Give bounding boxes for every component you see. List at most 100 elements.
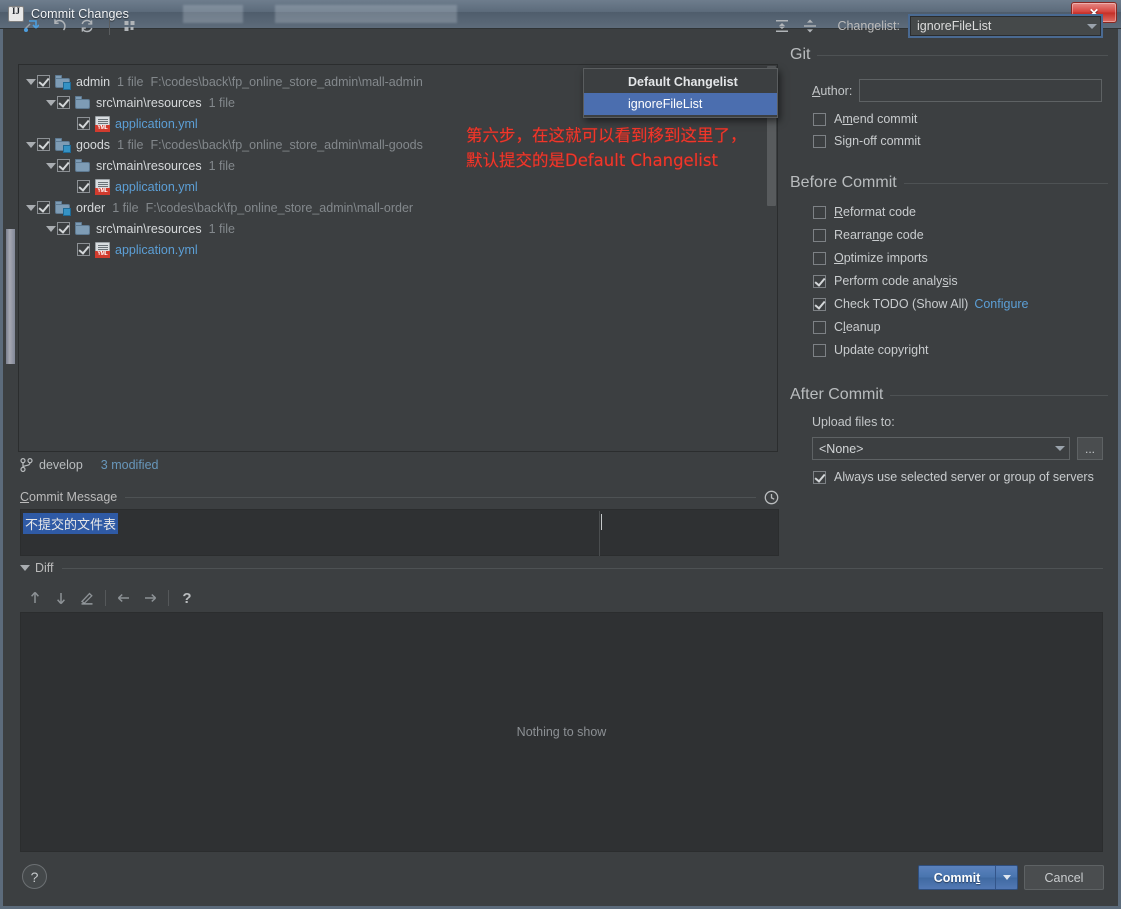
changelist-controls: Changelist: ignoreFileList bbox=[769, 14, 1103, 38]
commit-button[interactable]: Commi t bbox=[919, 866, 995, 889]
accept-left-icon[interactable] bbox=[111, 586, 137, 610]
collapse-all-icon[interactable] bbox=[797, 14, 823, 38]
show-diff-icon[interactable] bbox=[18, 14, 44, 38]
dropdown-item-default-changelist[interactable]: Default Changelist bbox=[584, 71, 777, 93]
diff-viewer[interactable]: Nothing to show bbox=[20, 612, 1103, 852]
diff-toolbar-separator bbox=[105, 590, 106, 606]
tree-row[interactable]: YML application.yml bbox=[24, 239, 777, 260]
tree-expand-icon[interactable] bbox=[44, 218, 57, 239]
chevron-down-icon[interactable] bbox=[1051, 438, 1069, 459]
folder-modified-icon bbox=[55, 137, 71, 153]
optimize-imports-checkbox[interactable]: Optimize imports bbox=[813, 249, 928, 267]
help-button[interactable]: ? bbox=[22, 864, 47, 889]
commit-message-value: 不提交的文件表 bbox=[23, 513, 119, 534]
reformat-code-label: Reformat code bbox=[834, 205, 916, 219]
tree-expand-icon[interactable] bbox=[44, 155, 57, 176]
tree-expand-icon[interactable] bbox=[24, 197, 37, 218]
commit-message-rule bbox=[125, 496, 756, 498]
tree-row[interactable]: src\main\resources 1 file bbox=[24, 218, 777, 239]
after-commit-group-label: After Commit bbox=[790, 386, 884, 403]
author-field[interactable] bbox=[859, 79, 1103, 102]
folder-modified-icon bbox=[55, 200, 71, 216]
tree-row[interactable]: YML application.yml bbox=[24, 176, 777, 197]
edit-source-icon[interactable] bbox=[74, 586, 100, 610]
checkbox-box bbox=[813, 205, 826, 219]
before-commit-group-rule bbox=[903, 182, 1108, 184]
diff-label: Diff bbox=[35, 561, 54, 575]
checkbox-box bbox=[813, 470, 826, 484]
revert-icon[interactable] bbox=[46, 14, 72, 38]
sign-off-commit-checkbox[interactable]: Sign-off commit bbox=[813, 132, 921, 150]
reformat-code-checkbox[interactable]: Reformat code bbox=[813, 203, 916, 221]
checkbox-box bbox=[813, 274, 826, 288]
check-todo-checkbox[interactable]: Check TODO (Show All) Configure bbox=[813, 295, 1029, 313]
tree-row-path: F:\codes\back\fp_online_store_admin\mall… bbox=[150, 74, 423, 89]
diff-toolbar-separator-2 bbox=[168, 590, 169, 606]
changelist-combobox[interactable]: ignoreFileList bbox=[908, 14, 1103, 38]
perform-code-analysis-checkbox[interactable]: Perform code analysis bbox=[813, 272, 958, 290]
tree-row-name: application.yml bbox=[115, 242, 198, 257]
commit-message-label: Commit Message bbox=[20, 490, 118, 504]
clock-history-icon[interactable] bbox=[764, 490, 779, 505]
tree-row-checkbox[interactable] bbox=[37, 201, 50, 214]
previous-difference-icon[interactable] bbox=[22, 586, 48, 610]
chevron-down-icon[interactable] bbox=[1083, 16, 1101, 36]
cleanup-checkbox[interactable]: Cleanup bbox=[813, 318, 881, 336]
cancel-button[interactable]: Cancel bbox=[1024, 865, 1104, 890]
update-copyright-label: Update copyright bbox=[834, 343, 929, 357]
accept-right-icon[interactable] bbox=[137, 586, 163, 610]
diff-toolbar: ? bbox=[22, 585, 422, 611]
always-use-server-checkbox[interactable]: Always use selected server or group of s… bbox=[813, 468, 1094, 486]
update-copyright-checkbox[interactable]: Update copyright bbox=[813, 341, 929, 359]
tree-row-count: 1 file bbox=[117, 74, 144, 89]
tree-row-checkbox[interactable] bbox=[77, 180, 90, 193]
upload-server-combobox[interactable]: <None> bbox=[812, 437, 1070, 460]
rearrange-code-checkbox[interactable]: Rearrange code bbox=[813, 226, 924, 244]
cleanup-label: Cleanup bbox=[834, 320, 881, 334]
amend-commit-checkbox[interactable]: Amend commit bbox=[813, 110, 917, 128]
tree-expand-icon[interactable] bbox=[24, 71, 37, 92]
tree-row-checkbox[interactable] bbox=[37, 138, 50, 151]
group-by-icon[interactable] bbox=[117, 14, 143, 38]
current-branch-label: develop bbox=[39, 457, 83, 472]
diff-help-icon[interactable]: ? bbox=[174, 586, 200, 610]
folder-icon bbox=[75, 158, 91, 173]
git-group-header: Git bbox=[790, 46, 1108, 64]
tree-row-checkbox[interactable] bbox=[57, 159, 70, 172]
changed-files-tree[interactable]: admin 1 file F:\codes\back\fp_online_store… bbox=[18, 64, 778, 452]
tree-expand-icon[interactable] bbox=[24, 134, 37, 155]
tree-row[interactable]: goods 1 file F:\codes\back\fp_online_store… bbox=[24, 134, 777, 155]
expand-all-icon[interactable] bbox=[769, 14, 795, 38]
commit-dropdown-arrow[interactable] bbox=[995, 866, 1017, 889]
configure-link[interactable]: Configure bbox=[974, 297, 1028, 311]
changelist-selected-value: ignoreFileList bbox=[917, 19, 992, 33]
refresh-icon[interactable] bbox=[74, 14, 100, 38]
tree-row-count: 1 file bbox=[208, 158, 235, 173]
diff-collapse-toggle[interactable] bbox=[18, 561, 31, 575]
tree-row-count: 1 file bbox=[208, 221, 235, 236]
commit-message-input[interactable]: 不提交的文件表 bbox=[20, 509, 779, 556]
next-difference-icon[interactable] bbox=[48, 586, 74, 610]
tree-row[interactable]: order 1 file F:\codes\back\fp_online_store… bbox=[24, 197, 777, 218]
author-row: Author: bbox=[812, 79, 1103, 102]
tree-row[interactable]: src\main\resources 1 file bbox=[24, 155, 777, 176]
author-label: Author: bbox=[812, 83, 853, 98]
tree-row-checkbox[interactable] bbox=[37, 75, 50, 88]
browse-servers-button[interactable]: ... bbox=[1077, 437, 1103, 460]
tree-row-checkbox[interactable] bbox=[77, 117, 90, 130]
tree-row-path: F:\codes\back\fp_online_store_admin\mall… bbox=[150, 137, 423, 152]
git-branch-icon bbox=[20, 457, 33, 472]
tree-expand-icon[interactable] bbox=[44, 92, 57, 113]
git-group-rule bbox=[817, 54, 1108, 56]
perform-code-analysis-label: Perform code analysis bbox=[834, 274, 958, 288]
tree-row-checkbox[interactable] bbox=[77, 243, 90, 256]
dropdown-item-ignorefilelist[interactable]: ignoreFileList bbox=[584, 93, 777, 115]
tree-row-checkbox[interactable] bbox=[57, 222, 70, 235]
commit-split-button[interactable]: Commi t bbox=[918, 865, 1018, 890]
commit-changes-dialog: Commit Changes ✕ bbox=[0, 0, 1121, 909]
changelist-dropdown-menu[interactable]: Default Changelist ignoreFileList bbox=[583, 68, 778, 118]
tree-row-checkbox[interactable] bbox=[57, 96, 70, 109]
window-edge-scrollbar[interactable] bbox=[6, 229, 15, 364]
checkbox-box bbox=[813, 251, 826, 265]
